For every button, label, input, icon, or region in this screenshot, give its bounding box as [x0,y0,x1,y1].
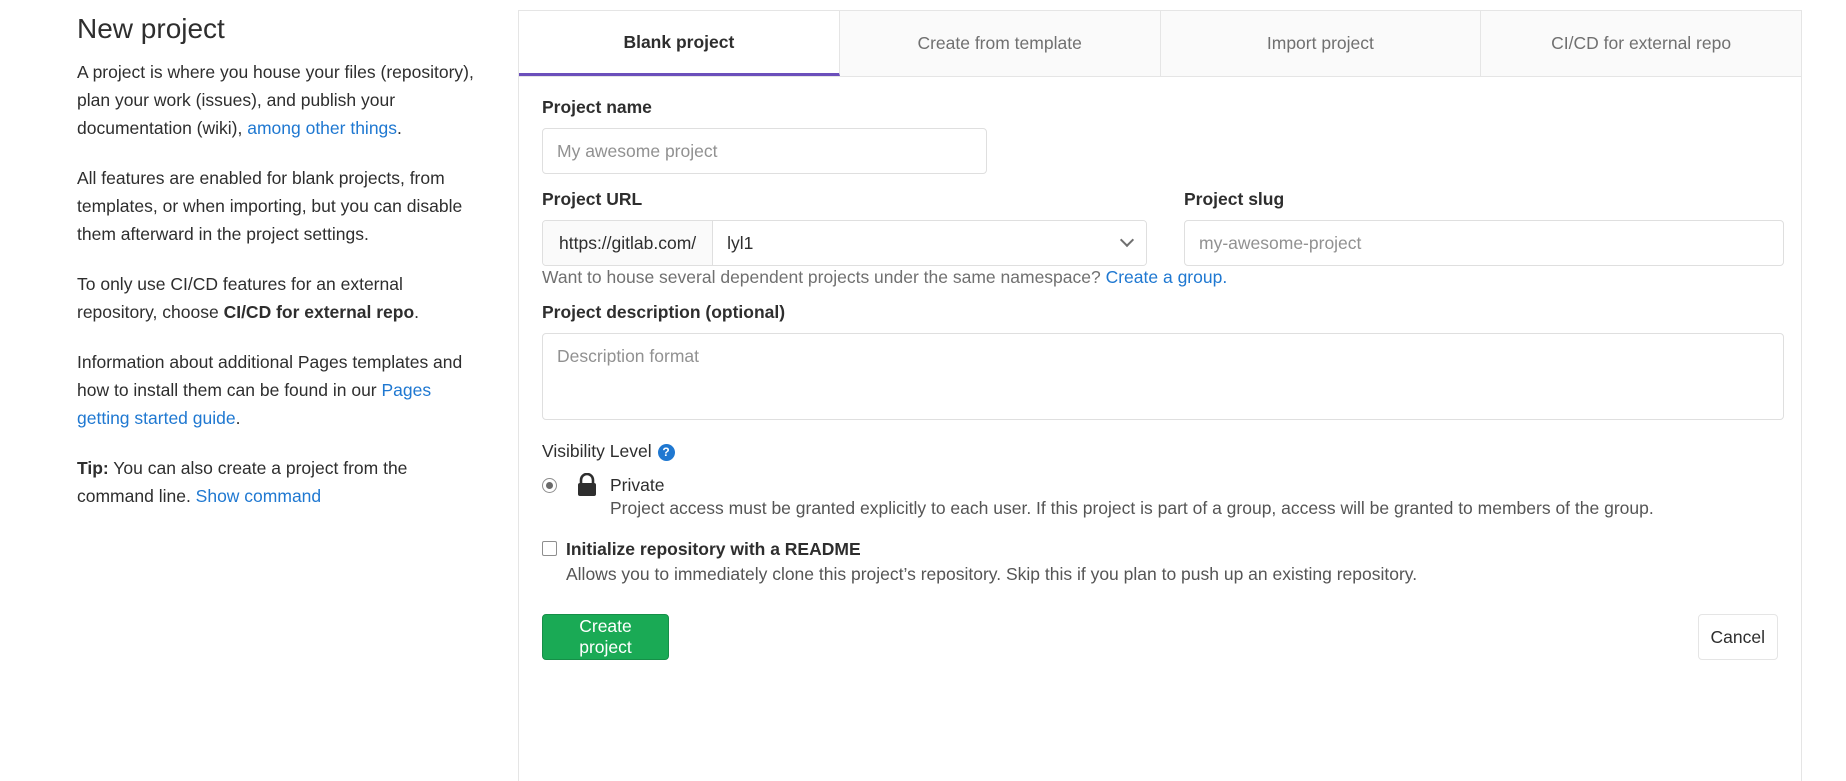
question-icon[interactable]: ? [657,443,675,461]
new-project-panel: Blank project Create from template Impor… [518,10,1802,781]
intro-period: . [397,118,402,138]
cancel-button[interactable]: Cancel [1697,614,1778,660]
chevron-down-icon [1119,232,1135,248]
cicd-paragraph: To only use CI/CD features for an extern… [77,270,477,326]
intro-paragraph: A project is where you house your files … [77,58,477,142]
project-tabs: Blank project Create from template Impor… [519,11,1801,77]
create-group-link[interactable]: Create a group. [1106,267,1228,287]
create-project-button[interactable]: Create project [542,614,669,660]
readme-checkbox[interactable] [542,541,557,556]
features-paragraph: All features are enabled for blank proje… [77,168,463,244]
page-title: New project [77,13,225,44]
namespace-help: Want to house several dependent projects… [542,267,1227,288]
lock-icon [578,473,596,496]
among-other-things-link[interactable]: among other things [247,118,397,138]
project-name-label: Project name [542,97,652,117]
readme-label[interactable]: Initialize repository with a README [566,539,861,560]
project-slug-input[interactable] [1184,220,1784,266]
visibility-label-text: Visibility Level [542,441,652,461]
readme-description: Allows you to immediately clone this pro… [566,564,1418,584]
namespace-value: lyl1 [727,232,754,253]
tab-create-from-template[interactable]: Create from template [839,11,1161,76]
description-label: Project description (optional) [542,302,786,322]
pages-paragraph: Information about additional Pages templ… [77,348,477,432]
project-slug-label: Project slug [1184,189,1285,209]
description-textarea[interactable] [542,333,1784,420]
url-prefix: https://gitlab.com/ [543,221,714,265]
project-name-input[interactable] [542,128,987,174]
cicd-period: . [414,302,420,322]
pages-period: . [235,408,241,428]
tab-import-project[interactable]: Import project [1160,11,1482,76]
tab-cicd-external-repo[interactable]: CI/CD for external repo [1481,11,1801,76]
visibility-private-description: Project access must be granted explicitl… [610,498,1654,518]
show-command-link[interactable]: Show command [196,486,321,506]
tab-blank-project[interactable]: Blank project [519,11,840,76]
tip-paragraph: Tip: You can also create a project from … [77,454,477,510]
visibility-label: Visibility Level? [542,441,675,462]
cicd-bold: CI/CD for external repo [223,302,415,322]
namespace-select[interactable]: lyl1 [713,221,1146,265]
namespace-help-text: Want to house several dependent projects… [542,267,1106,287]
visibility-private-radio[interactable] [542,478,557,493]
project-url-label: Project URL [542,189,643,209]
project-url-group: https://gitlab.com/ lyl1 [542,220,1147,266]
intro-column: New project A project is where you house… [77,10,477,532]
tip-label: Tip: [77,458,109,478]
visibility-private-label[interactable]: Private [610,475,664,496]
